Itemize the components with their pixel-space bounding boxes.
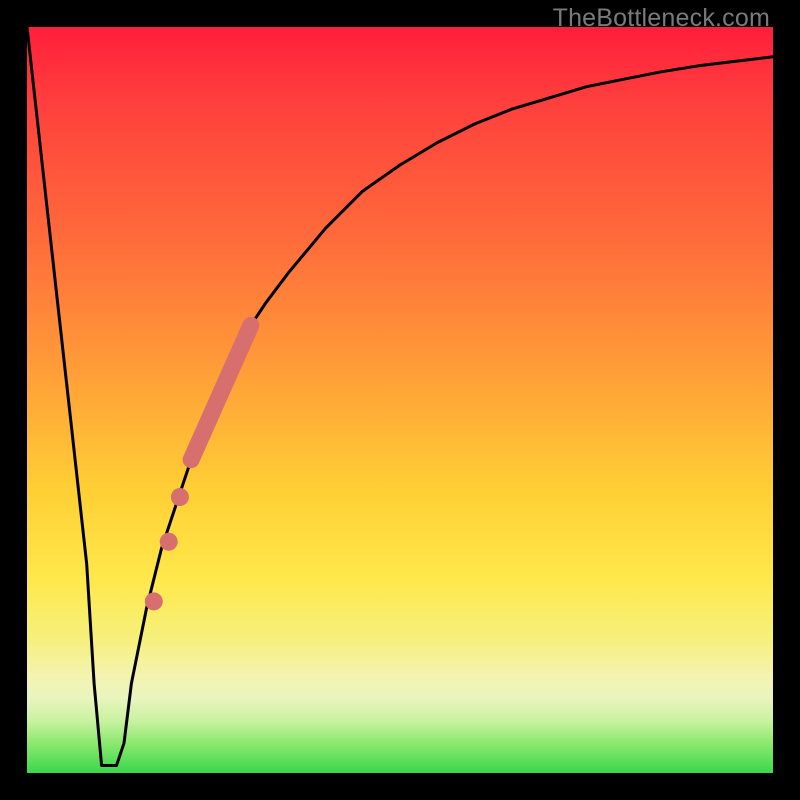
highlight-overlay xyxy=(145,325,251,610)
thick-segment xyxy=(191,325,251,459)
chart-frame: TheBottleneck.com xyxy=(0,0,800,800)
dot-3 xyxy=(145,592,163,610)
curve-layer xyxy=(27,27,773,773)
dot-2 xyxy=(160,533,178,551)
bottleneck-curve xyxy=(27,27,773,766)
bottleneck-curve xyxy=(27,27,773,766)
plot-area xyxy=(27,27,773,773)
dot-1 xyxy=(171,488,189,506)
